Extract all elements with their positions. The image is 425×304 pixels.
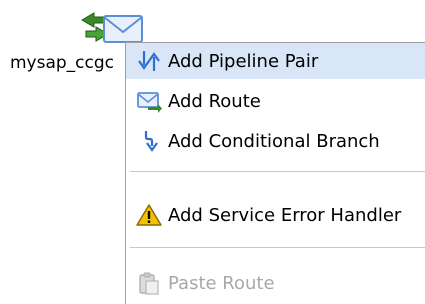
warning-icon <box>134 201 164 229</box>
menu-item-label: Add Route <box>168 90 261 112</box>
node-label: mysap_ccgc <box>10 53 115 73</box>
menu-item-label: Paste Route <box>168 272 275 294</box>
route-icon <box>134 87 164 115</box>
menu-item-add-pipeline-pair[interactable]: Add Pipeline Pair <box>126 43 425 79</box>
pipeline-pair-icon <box>134 47 164 75</box>
menu-separator <box>130 171 425 173</box>
menu-item-label: Add Conditional Branch <box>168 130 380 152</box>
menu-item-add-service-error-handler[interactable]: Add Service Error Handler <box>126 197 425 233</box>
menu-separator <box>130 247 425 249</box>
context-menu: Add Pipeline Pair Add Route Add Conditio… <box>125 42 425 304</box>
menu-item-label: Add Pipeline Pair <box>168 50 319 72</box>
menu-item-add-conditional-branch[interactable]: Add Conditional Branch <box>126 123 425 159</box>
menu-item-add-route[interactable]: Add Route <box>126 83 425 119</box>
menu-item-paste-route[interactable]: Paste Route <box>126 265 425 301</box>
paste-icon <box>134 269 164 297</box>
menu-item-label: Add Service Error Handler <box>168 204 402 226</box>
conditional-branch-icon <box>134 127 164 155</box>
pipeline-node[interactable]: mysap_ccgc <box>0 0 143 90</box>
